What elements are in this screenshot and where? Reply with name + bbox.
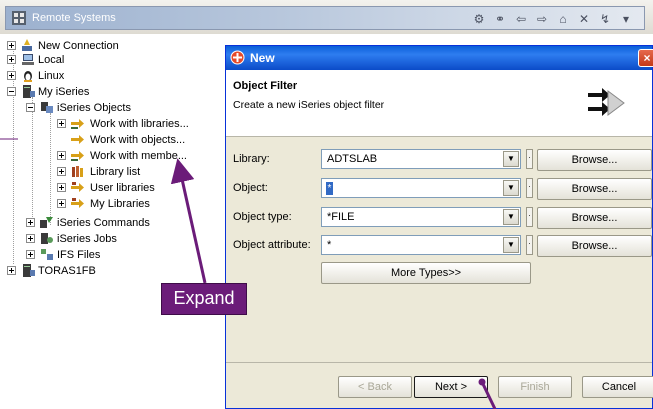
library-label: Library: bbox=[233, 153, 270, 165]
iseries-commands-icon bbox=[40, 217, 53, 228]
expand-icon[interactable] bbox=[26, 218, 35, 227]
home-icon[interactable]: ⌂ bbox=[555, 11, 571, 27]
object-type-label: Object type: bbox=[233, 211, 292, 223]
forward-arrow-icon[interactable]: ⇨ bbox=[534, 11, 550, 27]
chevron-down-icon[interactable]: ▼ bbox=[503, 180, 519, 196]
object-attribute-combo[interactable]: * ▼ bbox=[321, 235, 521, 255]
callout-label: Expand bbox=[173, 288, 235, 308]
collapse-icon[interactable] bbox=[26, 103, 35, 112]
text-cursor: * bbox=[326, 182, 333, 195]
expand-icon[interactable] bbox=[57, 151, 66, 160]
next-button[interactable]: Next > bbox=[414, 376, 488, 398]
my-libraries-icon bbox=[71, 198, 84, 208]
ifs-files-icon bbox=[41, 249, 53, 260]
more-types-button[interactable]: More Types>> bbox=[321, 262, 531, 284]
object-combo[interactable]: * ▼ bbox=[321, 178, 521, 198]
back-button[interactable]: < Back bbox=[338, 376, 412, 398]
linux-penguin-icon bbox=[24, 71, 32, 82]
computer-icon bbox=[22, 54, 34, 65]
footer-separator bbox=[226, 362, 652, 363]
new-filter-dialog: New × Object Filter Create a new iSeries… bbox=[225, 45, 653, 409]
tree-connector bbox=[50, 113, 51, 225]
tree-connector bbox=[32, 97, 33, 225]
expand-icon[interactable] bbox=[7, 266, 16, 275]
iseries-server-icon bbox=[23, 264, 35, 277]
library-value: ADTSLAB bbox=[327, 153, 378, 165]
library-combo[interactable]: ADTSLAB ▼ bbox=[321, 149, 521, 169]
chevron-down-icon[interactable]: ▼ bbox=[503, 237, 519, 253]
browse-object-button[interactable]: Browse... bbox=[537, 178, 652, 200]
view-menu-chevron-icon[interactable]: ▾ bbox=[618, 11, 634, 27]
remote-systems-icon bbox=[12, 11, 26, 25]
iseries-jobs-icon bbox=[41, 233, 53, 244]
expand-icon[interactable] bbox=[7, 41, 16, 50]
expand-icon[interactable] bbox=[57, 183, 66, 192]
close-icon[interactable]: × bbox=[638, 49, 653, 67]
object-type-combo[interactable]: *FILE ▼ bbox=[321, 207, 521, 227]
back-arrow-icon[interactable]: ⇦ bbox=[513, 11, 529, 27]
object-label: Object: bbox=[233, 182, 268, 194]
new-wizard-icon bbox=[230, 50, 245, 65]
remote-systems-tree: New Connection Local Linux My iSeries iS… bbox=[0, 36, 220, 409]
iseries-objects-icon bbox=[41, 102, 53, 113]
filter-arrow-icon bbox=[71, 135, 84, 144]
dialog-banner: Object Filter Create a new iSeries objec… bbox=[226, 70, 652, 137]
expand-icon[interactable] bbox=[26, 250, 35, 259]
filter-arrow-icon bbox=[71, 119, 84, 129]
expand-callout: Expand bbox=[161, 283, 247, 315]
view-tab[interactable]: Remote Systems ⚙ ⚭ ⇦ ⇨ ⌂ ✕ ↯ ▾ bbox=[5, 6, 645, 30]
object-type-value: *FILE bbox=[327, 211, 355, 223]
expand-icon[interactable] bbox=[7, 71, 16, 80]
expand-icon[interactable] bbox=[57, 119, 66, 128]
iseries-server-icon bbox=[23, 85, 35, 98]
user-libraries-icon bbox=[71, 182, 84, 192]
object-attribute-label: Object attribute: bbox=[233, 239, 311, 251]
dialog-title: New bbox=[250, 51, 275, 65]
link-icon[interactable]: ⚭ bbox=[492, 11, 508, 27]
filter-wizard-banner-icon bbox=[588, 88, 625, 116]
browse-library-button[interactable]: Browse... bbox=[537, 149, 652, 171]
chevron-down-icon[interactable]: ▼ bbox=[503, 209, 519, 225]
page-description: Create a new iSeries object filter bbox=[233, 99, 385, 111]
new-connection-icon bbox=[22, 39, 32, 51]
browse-object-type-button[interactable]: Browse... bbox=[537, 207, 652, 229]
object-attribute-menu-button[interactable]: · bbox=[526, 235, 533, 255]
library-menu-button[interactable]: · bbox=[526, 149, 533, 169]
expand-icon[interactable] bbox=[57, 199, 66, 208]
view-titlebar: Remote Systems ⚙ ⚭ ⇦ ⇨ ⌂ ✕ ↯ ▾ bbox=[0, 0, 653, 34]
view-toolbar: ⚙ ⚭ ⇦ ⇨ ⌂ ✕ ↯ ▾ bbox=[471, 9, 634, 29]
expand-icon[interactable] bbox=[57, 167, 66, 176]
object-menu-button[interactable]: · bbox=[526, 178, 533, 198]
object-attribute-value: * bbox=[327, 239, 332, 251]
object-type-menu-button[interactable]: · bbox=[526, 207, 533, 227]
finish-button[interactable]: Finish bbox=[498, 376, 572, 398]
filter-icon[interactable]: ⚙ bbox=[471, 11, 487, 27]
cancel-button[interactable]: Cancel bbox=[582, 376, 653, 398]
expand-icon[interactable] bbox=[7, 55, 16, 64]
expand-icon[interactable] bbox=[26, 234, 35, 243]
browse-object-attribute-button[interactable]: Browse... bbox=[537, 235, 652, 257]
dialog-titlebar[interactable]: New × bbox=[226, 46, 653, 70]
filter-arrow-icon bbox=[71, 151, 84, 161]
library-list-icon bbox=[72, 166, 83, 177]
refresh-icon[interactable]: ↯ bbox=[597, 11, 613, 27]
collapse-icon[interactable] bbox=[7, 87, 16, 96]
page-title: Object Filter bbox=[233, 80, 298, 92]
view-title: Remote Systems bbox=[32, 12, 116, 24]
chevron-down-icon[interactable]: ▼ bbox=[503, 151, 519, 167]
collapse-all-icon[interactable]: ✕ bbox=[576, 11, 592, 27]
